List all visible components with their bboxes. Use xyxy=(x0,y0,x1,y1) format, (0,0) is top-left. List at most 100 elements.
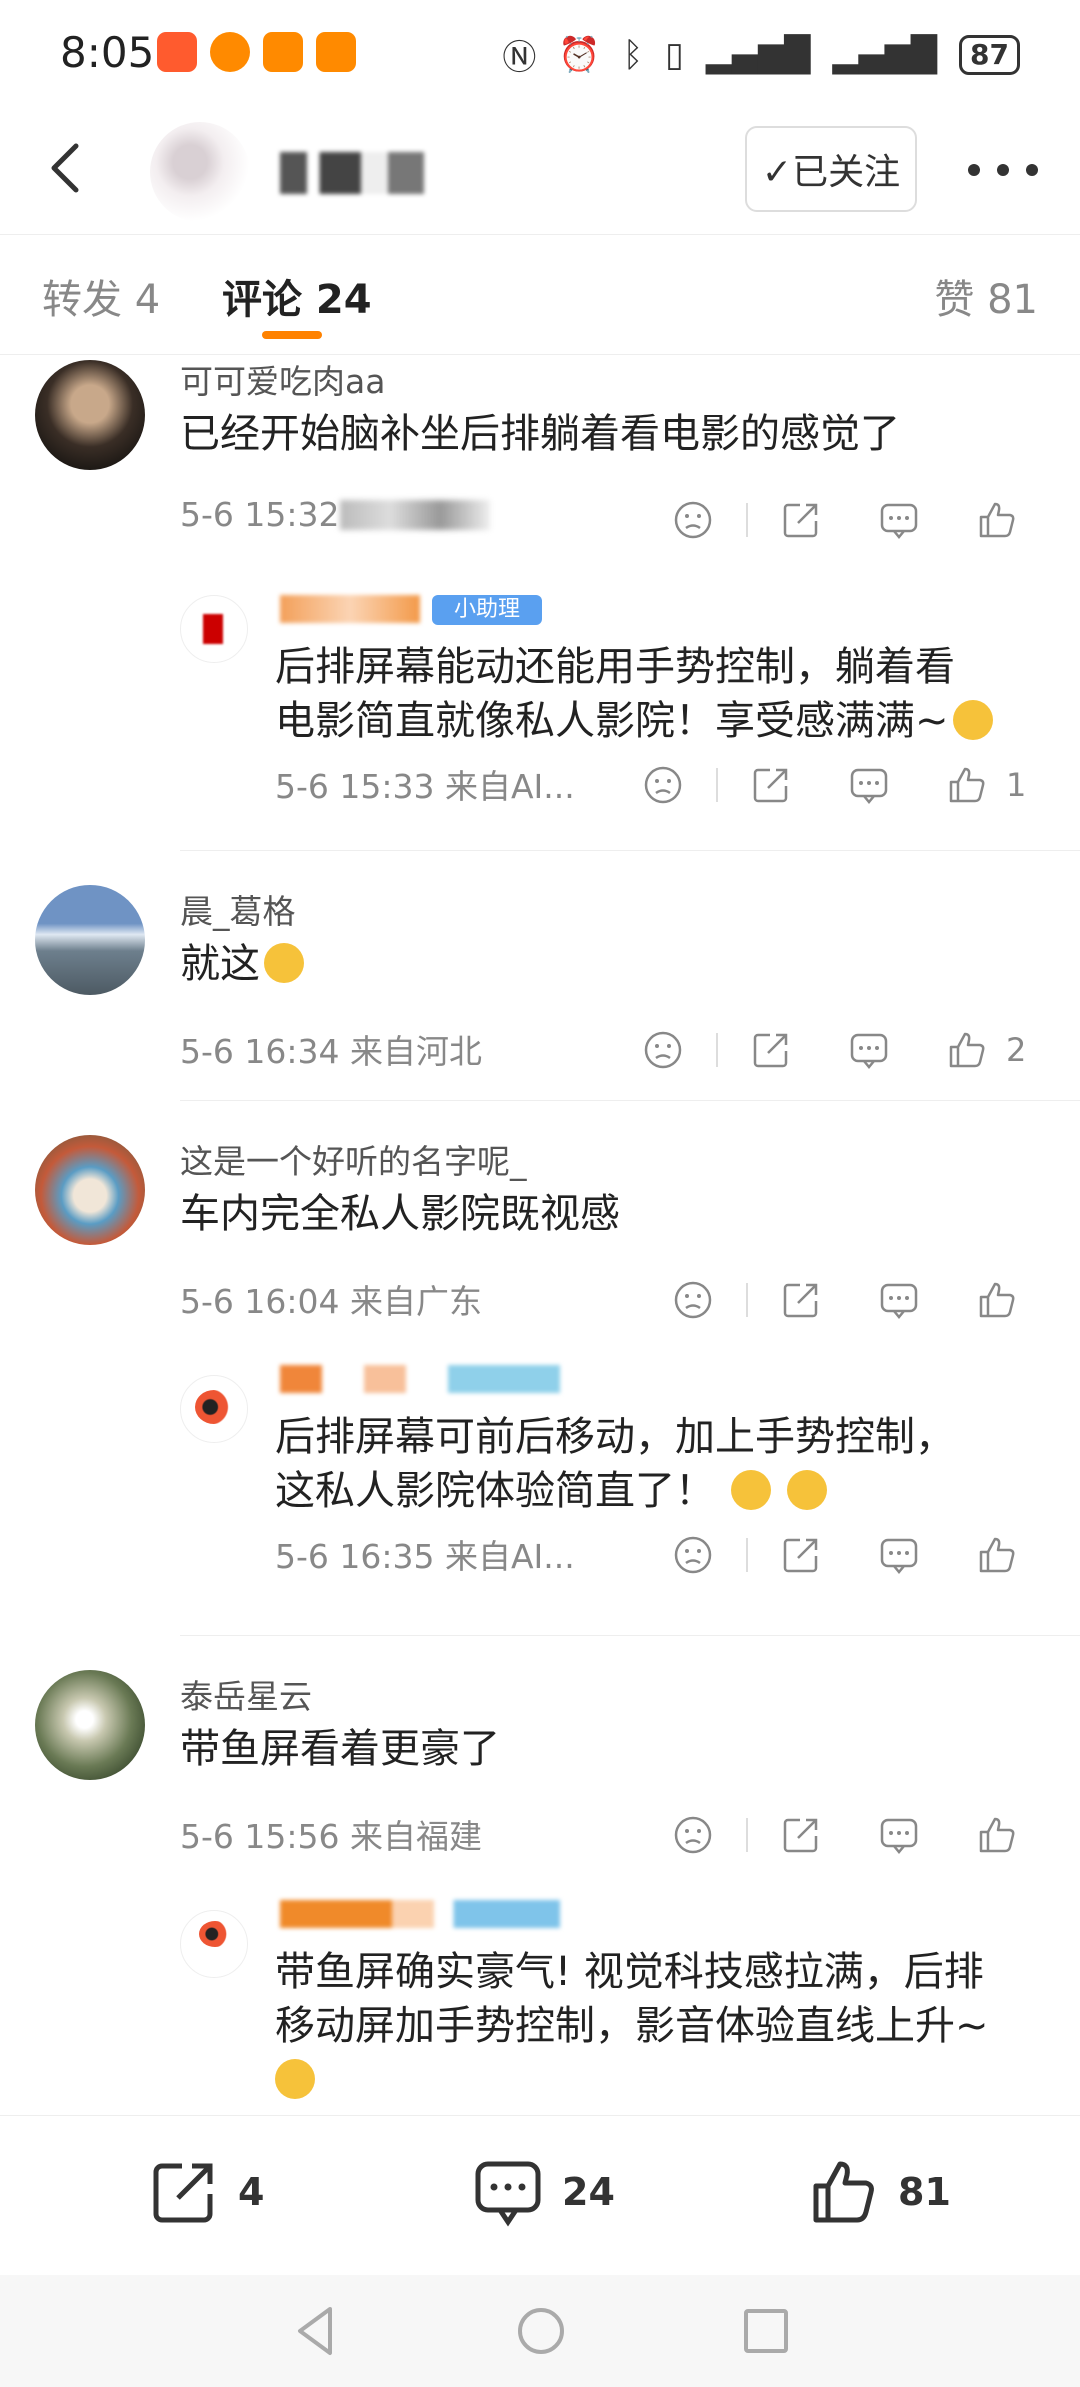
dislike-icon[interactable] xyxy=(668,495,718,545)
comment-divider xyxy=(180,1100,1080,1101)
action-separator xyxy=(746,503,748,537)
comment-list: 可可爱吃肉aa 已经开始脑补坐后排躺着看电影的感觉了 5-6 15:32 小助理… xyxy=(0,355,1080,2115)
action-separator xyxy=(746,1538,748,1572)
reply-text-line: 后排屏幕能动还能用手势控制，躺着看 xyxy=(275,644,955,690)
avatar[interactable] xyxy=(35,1670,145,1780)
tab-comments[interactable]: 评论 24 xyxy=(222,267,372,325)
laugh-cry-emoji-icon xyxy=(264,943,304,983)
surprised-emoji-icon xyxy=(731,1470,771,1510)
comment-button[interactable]: 24 xyxy=(472,2156,615,2228)
action-separator xyxy=(746,1283,748,1317)
action-separator xyxy=(716,768,718,802)
comment-count: 24 xyxy=(562,2170,615,2214)
follow-button[interactable]: ✓已关注 xyxy=(745,126,917,212)
share-icon[interactable] xyxy=(746,760,796,810)
comment-meta: 5-6 15:32 xyxy=(180,495,340,534)
reply-meta: 5-6 16:35 来自AI... xyxy=(275,1537,575,1576)
weibo-notification-icon xyxy=(210,32,250,72)
dislike-icon[interactable] xyxy=(668,1275,718,1325)
comment-author[interactable]: 泰岳星云 xyxy=(180,1670,312,1718)
share-icon[interactable] xyxy=(776,1530,826,1580)
repost-icon xyxy=(153,2163,213,2223)
dislike-icon[interactable] xyxy=(668,1530,718,1580)
reply-author[interactable] xyxy=(280,595,420,623)
author-name[interactable] xyxy=(280,152,460,194)
nav-home-icon[interactable] xyxy=(513,2303,569,2359)
back-arrow-icon[interactable] xyxy=(38,138,98,198)
share-icon[interactable] xyxy=(776,1275,826,1325)
ai-assistant-badge: 小助理 xyxy=(432,595,542,625)
reply-meta: 5-6 15:33 来自AI... xyxy=(275,767,575,806)
avatar[interactable] xyxy=(35,885,145,995)
reply-icon[interactable] xyxy=(874,1530,924,1580)
666-emoji-icon xyxy=(787,1470,827,1510)
blurred-location xyxy=(340,500,490,530)
sina-auto-logo-avatar[interactable] xyxy=(180,1910,248,1978)
like-icon[interactable] xyxy=(942,760,992,810)
dislike-icon[interactable] xyxy=(668,1810,718,1860)
reply-icon[interactable] xyxy=(844,760,894,810)
comment-actions: 2 xyxy=(638,1025,1026,1075)
repost-button[interactable]: 4 xyxy=(148,2156,264,2228)
status-icons: Ⓝ ⏰ ᛒ ▯ ▂▄▆█ ▂▄▆█ 87 xyxy=(502,30,1020,79)
vibrate-icon: ▯ xyxy=(665,34,684,75)
dislike-icon[interactable] xyxy=(638,1025,688,1075)
666-emoji-icon xyxy=(275,2059,315,2099)
bluetooth-icon: ᛒ xyxy=(622,34,644,75)
reply-text: 后排屏幕可前后移动，加上手势控制， 这私人影院体验简直了！ xyxy=(275,1410,1045,1518)
system-nav-bar xyxy=(0,2275,1080,2387)
reply-icon[interactable] xyxy=(844,1025,894,1075)
action-separator xyxy=(746,1818,748,1852)
reply-text: 带鱼屏确实豪气! 视觉科技感拉满，后排 移动屏加手势控制，影音体验直线上升~ xyxy=(275,1945,1045,2107)
comment-meta: 5-6 16:04 来自广东 xyxy=(180,1282,482,1321)
nav-recents-icon[interactable] xyxy=(740,2303,792,2359)
like-icon[interactable] xyxy=(972,1530,1022,1580)
action-separator xyxy=(716,1033,718,1067)
reply-author[interactable] xyxy=(280,1900,560,1928)
battery-icon: 87 xyxy=(959,34,1020,75)
comment-text: 车内完全私人影院既视感 xyxy=(180,1191,620,1237)
reply-text-line: 移动屏加手势控制，影音体验直线上升~ xyxy=(275,2003,989,2049)
alarm-icon: ⏰ xyxy=(558,34,601,75)
comment-author[interactable]: 这是一个好听的名字呢_ xyxy=(180,1135,527,1183)
like-icon xyxy=(813,2161,874,2223)
tab-bar: 转发 4 评论 24 赞 81 xyxy=(0,235,1080,355)
avatar[interactable] xyxy=(35,1135,145,1245)
avatar[interactable] xyxy=(180,595,248,663)
reply-text-line: 这私人影院体验简直了！ xyxy=(275,1468,715,1514)
repost-count: 4 xyxy=(238,2170,265,2214)
signal-icon: ▂▄▆█ xyxy=(832,34,938,75)
share-icon[interactable] xyxy=(776,1810,826,1860)
reply-text-line: 后排屏幕可前后移动，加上手势控制， xyxy=(275,1414,955,1460)
reply-icon[interactable] xyxy=(874,495,924,545)
author-avatar[interactable] xyxy=(150,122,250,222)
like-icon[interactable] xyxy=(972,495,1022,545)
like-icon[interactable] xyxy=(972,1275,1022,1325)
avatar[interactable] xyxy=(35,360,145,470)
comment-text: 带鱼屏看着更豪了 xyxy=(180,1726,500,1772)
dislike-icon[interactable] xyxy=(638,760,688,810)
nav-back-icon[interactable] xyxy=(290,2303,340,2359)
app-notification-icon xyxy=(316,32,356,72)
tab-likes[interactable]: 赞 81 xyxy=(934,267,1038,325)
like-button[interactable]: 81 xyxy=(808,2156,951,2228)
comment-author[interactable]: 可可爱吃肉aa xyxy=(180,355,385,403)
like-icon[interactable] xyxy=(942,1025,992,1075)
comment-meta: 5-6 16:34 来自河北 xyxy=(180,1032,482,1071)
reply-icon[interactable] xyxy=(874,1275,924,1325)
comment-text: 已经开始脑补坐后排躺着看电影的感觉了 xyxy=(180,411,900,457)
comment-text: 就这 xyxy=(180,937,1040,991)
reply-text-line: 带鱼屏确实豪气! 视觉科技感拉满，后排 xyxy=(275,1949,984,1995)
share-icon[interactable] xyxy=(746,1025,796,1075)
comment-actions xyxy=(668,1810,1022,1860)
comment-text-content: 就这 xyxy=(180,941,260,987)
weibo-logo-avatar[interactable] xyxy=(180,1375,248,1443)
reply-text: 后排屏幕能动还能用手势控制，躺着看 电影简直就像私人影院！享受感满满~ xyxy=(275,640,1045,748)
share-icon[interactable] xyxy=(776,495,826,545)
comment-author[interactable]: 晨_葛格 xyxy=(180,885,296,933)
tab-repost[interactable]: 转发 4 xyxy=(42,267,160,325)
reply-author[interactable] xyxy=(280,1365,560,1393)
more-options-icon[interactable] xyxy=(968,150,1038,190)
reply-icon[interactable] xyxy=(874,1810,924,1860)
like-icon[interactable] xyxy=(972,1810,1022,1860)
